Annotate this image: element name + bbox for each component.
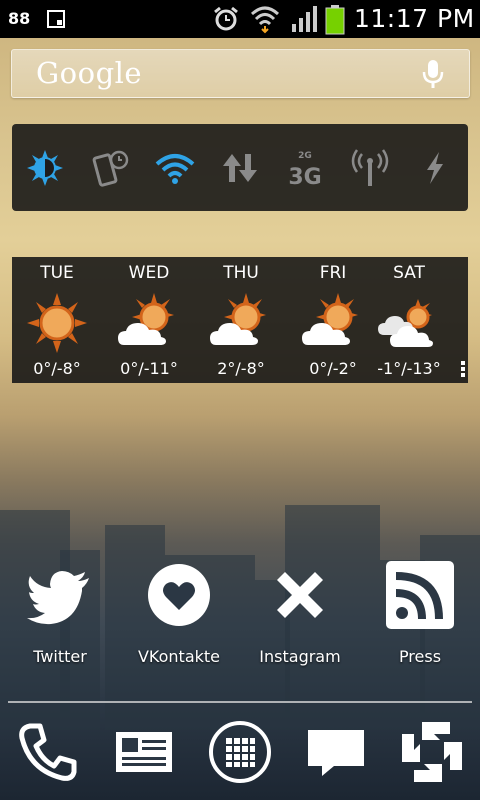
network-mode-toggle[interactable]: 2G 3G <box>283 146 327 190</box>
partly-cloudy-icon <box>114 293 184 357</box>
weather-overflow-menu-icon[interactable] <box>461 361 465 379</box>
lightning-bolt-icon <box>427 152 443 184</box>
dock-chase[interactable] <box>400 720 464 784</box>
status-time: 11:17 PM <box>354 4 475 33</box>
weather-day-name: WED <box>128 263 170 283</box>
app-drawer-icon <box>209 721 271 783</box>
hotspot-toggle[interactable] <box>348 146 392 190</box>
power-control-widget: 2G 3G <box>12 124 468 211</box>
hotspot-icon <box>351 149 389 186</box>
auto-rotate-toggle[interactable] <box>89 146 133 190</box>
rotate-phone-icon <box>92 150 129 187</box>
cloudy-icon <box>374 293 444 357</box>
svg-text:3G: 3G <box>288 165 321 190</box>
weather-temp: 2°/-8° <box>217 359 265 378</box>
sun-icon <box>22 293 92 357</box>
microphone-icon[interactable] <box>421 58 445 94</box>
wifi-icon <box>250 4 280 38</box>
weather-day-name: SAT <box>393 263 425 283</box>
signal-icon <box>290 4 320 36</box>
dock-contacts[interactable] <box>112 720 176 784</box>
data-arrows-icon <box>223 154 257 182</box>
weather-day-name: TUE <box>40 263 74 283</box>
dock-messaging[interactable] <box>304 720 368 784</box>
mobile-data-toggle[interactable] <box>218 146 262 190</box>
x-cross-icon <box>265 560 335 630</box>
google-search-bar[interactable]: Google <box>11 49 470 98</box>
google-logo: Google <box>36 56 143 90</box>
app-label: Instagram <box>259 647 341 666</box>
partly-cloudy-icon <box>298 293 368 357</box>
weather-temp: 0°/-8° <box>33 359 81 378</box>
3g-icon: 2G 3G <box>288 151 321 190</box>
app-label: Press <box>398 647 442 666</box>
notification-count: 88 <box>8 9 31 28</box>
dock-phone[interactable] <box>16 720 80 784</box>
wifi-icon <box>155 154 195 184</box>
sim-card-icon <box>46 9 66 33</box>
battery-icon <box>325 5 345 39</box>
weather-widget[interactable]: TUE 0°/-8° WED 0°/-11° THU 2°/-8° FRI 0°… <box>12 257 468 383</box>
app-label: Twitter <box>33 647 87 666</box>
rss-icon <box>385 560 455 630</box>
weather-temp: 0°/-11° <box>120 359 178 378</box>
phone-icon <box>19 723 77 781</box>
brightness-icon <box>27 150 63 186</box>
twitter-bird-icon <box>25 560 95 630</box>
flashlight-toggle[interactable] <box>413 146 457 190</box>
wifi-toggle[interactable] <box>153 146 197 190</box>
chase-logo-icon <box>402 722 462 782</box>
svg-text:2G: 2G <box>298 151 312 161</box>
weather-day-name: THU <box>223 263 259 283</box>
messaging-icon <box>308 730 364 776</box>
dock-divider <box>8 701 472 703</box>
heart-icon <box>144 560 214 630</box>
status-bar: 88 11:17 PM <box>0 0 480 38</box>
weather-temp: -1°/-13° <box>377 359 441 378</box>
app-label: VKontakte <box>137 647 221 666</box>
contacts-card-icon <box>116 732 172 772</box>
partly-cloudy-icon <box>206 293 276 357</box>
dock-app-drawer[interactable] <box>208 720 272 784</box>
brightness-toggle[interactable] <box>23 146 67 190</box>
alarm-icon <box>212 5 240 37</box>
